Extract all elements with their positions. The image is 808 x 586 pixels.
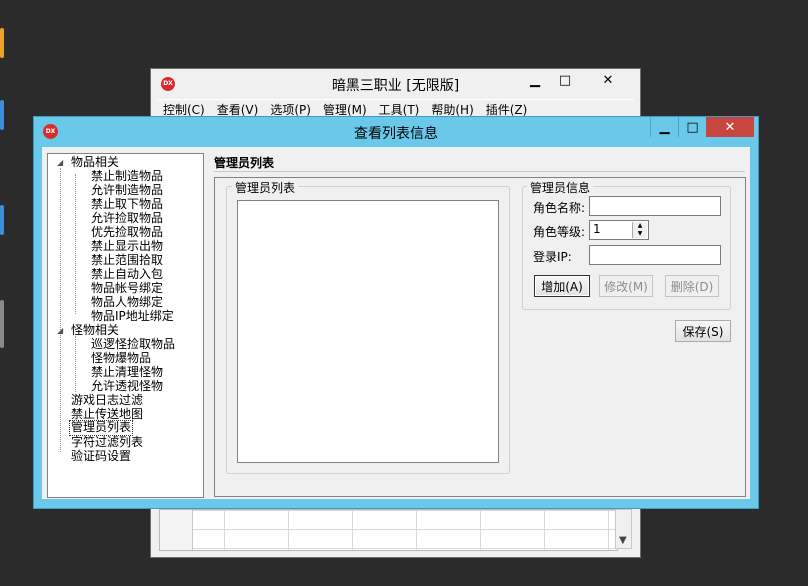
role-level-value: 1: [593, 222, 601, 236]
add-button[interactable]: 增加(A): [534, 275, 590, 297]
admin-info-group-label: 管理员信息: [527, 179, 594, 196]
tree-item-captcha-settings[interactable]: 验证码设置: [70, 449, 132, 463]
admin-listbox[interactable]: [237, 200, 499, 463]
dialog-minimize-button[interactable]: ▁: [650, 117, 678, 137]
admin-list-group-label: 管理员列表: [232, 179, 299, 196]
tree-item[interactable]: 允许制造物品: [90, 183, 164, 197]
tree-item[interactable]: 物品帐号绑定: [90, 281, 164, 295]
spin-up-icon[interactable]: ▲: [633, 222, 647, 230]
desktop-icon[interactable]: [0, 205, 4, 235]
tree-item[interactable]: 优先捡取物品: [90, 225, 164, 239]
tree-item-char-filter-list[interactable]: 字符过滤列表: [70, 435, 144, 449]
desktop-icon[interactable]: [0, 100, 4, 130]
panel-divider: [214, 171, 745, 172]
tree-item-admin-list[interactable]: 管理员列表: [69, 420, 134, 436]
tree-item[interactable]: 允许透视怪物: [90, 379, 164, 393]
tree-item[interactable]: 物品人物绑定: [90, 295, 164, 309]
role-level-spinbox[interactable]: 1 ▲ ▼: [589, 220, 649, 240]
tree-item-game-log-filter[interactable]: 游戏日志过滤: [70, 393, 144, 407]
role-name-input[interactable]: [589, 196, 721, 216]
collapse-icon[interactable]: ◢: [57, 158, 63, 167]
chevron-down-icon[interactable]: ▼: [619, 535, 627, 546]
tree-group-items[interactable]: 物品相关: [70, 155, 120, 169]
tree-item[interactable]: 禁止清理怪物: [90, 365, 164, 379]
data-grid[interactable]: [159, 509, 618, 551]
login-ip-input[interactable]: [589, 245, 721, 265]
admin-panel: 管理员列表 管理员信息 角色名称: 角色等级: 1 ▲ ▼ 登录IP: 增加(A: [214, 177, 746, 497]
dialog-client-area: ◢ 物品相关 禁止制造物品 允许制造物品 禁止取下物品 允许捡取物品 优先捡取物…: [42, 147, 750, 499]
admin-info-group: 管理员信息 角色名称: 角色等级: 1 ▲ ▼ 登录IP: 增加(A) 修改(M…: [522, 179, 731, 310]
spin-buttons[interactable]: ▲ ▼: [632, 222, 647, 238]
panel-title: 管理员列表: [214, 156, 275, 170]
tree-item[interactable]: 禁止显示出物: [90, 239, 164, 253]
dialog-close-button[interactable]: ✕: [706, 117, 754, 137]
admin-list-group: 管理员列表: [226, 179, 510, 474]
tree-group-monsters[interactable]: 怪物相关: [70, 323, 120, 337]
role-name-label: 角色名称:: [533, 201, 586, 215]
tree-item[interactable]: 禁止范围拾取: [90, 253, 164, 267]
spin-down-icon[interactable]: ▼: [633, 230, 647, 238]
save-button[interactable]: 保存(S): [675, 320, 731, 342]
login-ip-label: 登录IP:: [533, 250, 572, 264]
edit-button[interactable]: 修改(M): [599, 275, 653, 297]
desktop-icon[interactable]: [0, 300, 4, 348]
grid-scrollbar[interactable]: ▼: [615, 509, 632, 549]
delete-button[interactable]: 删除(D): [665, 275, 719, 297]
tree-item[interactable]: 禁止制造物品: [90, 169, 164, 183]
collapse-icon[interactable]: ◢: [57, 326, 63, 335]
tree-item[interactable]: 允许捡取物品: [90, 211, 164, 225]
main-app-titlebar[interactable]: DX 暗黑三职业 [无限版] ▁ □ ✕: [151, 69, 640, 99]
view-list-dialog[interactable]: DX 查看列表信息 ▁ □ ✕ ◢ 物品相关 禁止制造物品 允许制造物品 禁止取…: [33, 116, 759, 509]
category-tree[interactable]: ◢ 物品相关 禁止制造物品 允许制造物品 禁止取下物品 允许捡取物品 优先捡取物…: [47, 153, 204, 498]
tree-item[interactable]: 怪物爆物品: [90, 351, 152, 365]
grid-row-header: [160, 510, 193, 550]
tree-item[interactable]: 禁止取下物品: [90, 197, 164, 211]
tree-item-no-teleport-map[interactable]: 禁止传送地图: [70, 407, 144, 421]
dialog-maximize-button[interactable]: □: [678, 117, 706, 137]
role-level-label: 角色等级:: [533, 225, 586, 239]
close-button[interactable]: ✕: [580, 69, 636, 91]
dialog-titlebar[interactable]: DX 查看列表信息 ▁ □ ✕: [34, 117, 758, 146]
minimize-button[interactable]: ▁: [520, 69, 550, 91]
tree-item[interactable]: 物品IP地址绑定: [90, 309, 175, 323]
desktop-icon[interactable]: [0, 28, 4, 58]
maximize-button[interactable]: □: [550, 69, 580, 91]
tree-item[interactable]: 禁止自动入包: [90, 267, 164, 281]
tree-item[interactable]: 巡逻怪捡取物品: [90, 337, 176, 351]
